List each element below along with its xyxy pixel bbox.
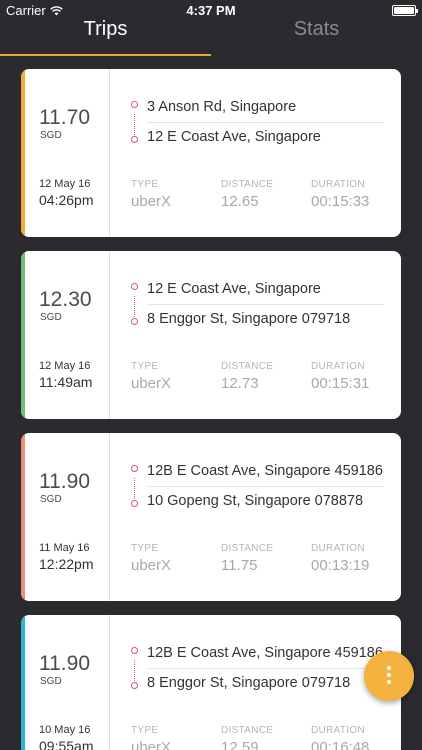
pickup-dot-icon [131,283,138,290]
tab-trips[interactable]: Trips [0,16,211,56]
trip-color-stripe [21,69,25,237]
trip-type: uberX [131,739,172,750]
duration-label: DURATION [311,543,365,554]
trip-card[interactable]: 11.90 SGD 10 May 16 09:55am 12B E Coast … [21,615,401,750]
trip-time: 11:49am [39,374,93,390]
duration-label: DURATION [311,179,365,190]
trip-color-stripe [21,433,25,601]
route-line [134,114,135,135]
address-separator [147,304,384,305]
more-vertical-icon [387,666,391,686]
trip-currency: SGD [40,676,62,687]
trip-duration: 00:16:48 [311,739,370,750]
trip-currency: SGD [40,312,62,323]
trip-fare: 11.70 [39,106,90,129]
trip-card[interactable]: 11.70 SGD 12 May 16 04:26pm 3 Anson Rd, … [21,69,401,237]
trip-date: 11 May 16 [39,542,90,554]
trip-fare: 11.90 [39,470,90,493]
type-label: TYPE [131,361,159,372]
card-divider [109,615,110,750]
dropoff-dot-icon [131,136,138,143]
duration-label: DURATION [311,361,365,372]
trip-type: uberX [131,557,172,574]
trip-distance: 12.65 [221,193,259,210]
distance-label: DISTANCE [221,179,274,190]
trip-distance: 12.73 [221,375,259,392]
pickup-address: 12 E Coast Ave, Singapore [147,281,321,297]
trip-date: 12 May 16 [39,178,91,190]
trip-date: 10 May 16 [39,724,91,736]
route-line [134,478,135,499]
pickup-dot-icon [131,101,138,108]
tab-stats[interactable]: Stats [211,16,422,56]
trip-type: uberX [131,193,172,210]
type-label: TYPE [131,179,159,190]
pickup-address: 12B E Coast Ave, Singapore 459186 [147,645,383,661]
dropoff-dot-icon [131,500,138,507]
duration-label: DURATION [311,725,365,736]
trip-currency: SGD [40,130,62,141]
trip-time: 12:22pm [39,556,94,572]
more-options-button[interactable] [364,651,414,701]
dropoff-address: 8 Enggor St, Singapore 079718 [147,311,351,327]
trip-color-stripe [21,251,25,419]
card-divider [109,433,110,601]
trip-fare: 12.30 [39,288,92,311]
trip-time: 09:55am [39,738,94,750]
trip-distance: 11.75 [221,557,258,574]
trip-date: 12 May 16 [39,360,91,372]
distance-label: DISTANCE [221,725,274,736]
distance-label: DISTANCE [221,543,274,554]
trip-card[interactable]: 12.30 SGD 12 May 16 11:49am 12 E Coast A… [21,251,401,419]
dropoff-address: 10 Gopeng St, Singapore 078878 [147,493,364,509]
trip-list[interactable]: 11.70 SGD 12 May 16 04:26pm 3 Anson Rd, … [0,56,422,750]
dropoff-address: 8 Enggor St, Singapore 079718 [147,675,351,691]
trip-duration: 00:15:33 [311,193,370,210]
tab-bar: Trips Stats [0,0,422,56]
trip-duration: 00:13:19 [311,557,370,574]
trip-time: 04:26pm [39,192,94,208]
type-label: TYPE [131,725,159,736]
pickup-dot-icon [131,647,138,654]
dropoff-dot-icon [131,318,138,325]
distance-label: DISTANCE [221,361,274,372]
route-line [134,660,135,681]
trip-type: uberX [131,375,172,392]
card-divider [109,69,110,237]
trip-fare: 11.90 [39,652,90,675]
dropoff-dot-icon [131,682,138,689]
trip-card[interactable]: 11.90 SGD 11 May 16 12:22pm 12B E Coast … [21,433,401,601]
address-separator [147,122,384,123]
trip-distance: 12.59 [221,739,259,750]
pickup-address: 3 Anson Rd, Singapore [147,99,297,115]
type-label: TYPE [131,543,159,554]
trip-color-stripe [21,615,25,750]
route-line [134,296,135,317]
dropoff-address: 12 E Coast Ave, Singapore [147,129,321,145]
pickup-dot-icon [131,465,138,472]
pickup-address: 12B E Coast Ave, Singapore 459186 [147,463,383,479]
address-separator [147,486,384,487]
trip-duration: 00:15:31 [311,375,370,392]
address-separator [147,668,384,669]
card-divider [109,251,110,419]
trip-currency: SGD [40,494,62,505]
